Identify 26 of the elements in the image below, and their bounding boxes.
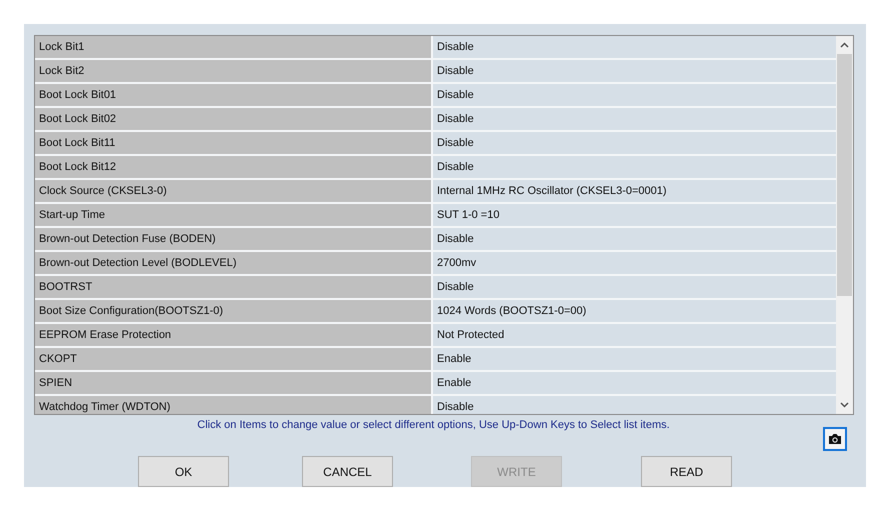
property-name-cell: Start-up Time [35,204,433,226]
dialog-button[interactable]: READ [641,456,732,487]
scroll-up-icon[interactable] [840,42,849,48]
property-name-cell: CKOPT [35,348,433,370]
property-name-cell: Boot Lock Bit12 [35,156,433,178]
property-name-cell: BOOTRST [35,276,433,298]
property-name-cell: Boot Lock Bit02 [35,108,433,130]
dialog-button[interactable]: CANCEL [302,456,393,487]
property-name-cell: Lock Bit2 [35,60,433,82]
hint-text: Click on Items to change value or select different options, Use Up-Down Keys to Select list items. [196,419,671,431]
property-name-cell: SPIEN [35,372,433,394]
property-name-cell: Lock Bit1 [35,36,433,58]
property-name-cell: Boot Lock Bit01 [35,84,433,106]
screenshot-button[interactable] [823,427,847,451]
camera-icon [828,433,842,445]
property-name-cell: EEPROM Erase Protection [35,324,433,346]
property-name-cell: Clock Source (CKSEL3-0) [35,180,433,202]
property-name-cell: Watchdog Timer (WDTON) [35,396,433,414]
scrollbar[interactable] [836,36,853,414]
scroll-thumb[interactable] [837,54,852,296]
property-name-cell: Boot Size Configuration(BOOTSZ1-0) [35,300,433,322]
scroll-down-icon[interactable] [840,402,849,408]
property-name-cell: Brown-out Detection Level (BODLEVEL) [35,252,433,274]
dialog-button[interactable]: OK [138,456,229,487]
property-name-cell: Boot Lock Bit11 [35,132,433,154]
property-name-cell: Brown-out Detection Fuse (BODEN) [35,228,433,250]
